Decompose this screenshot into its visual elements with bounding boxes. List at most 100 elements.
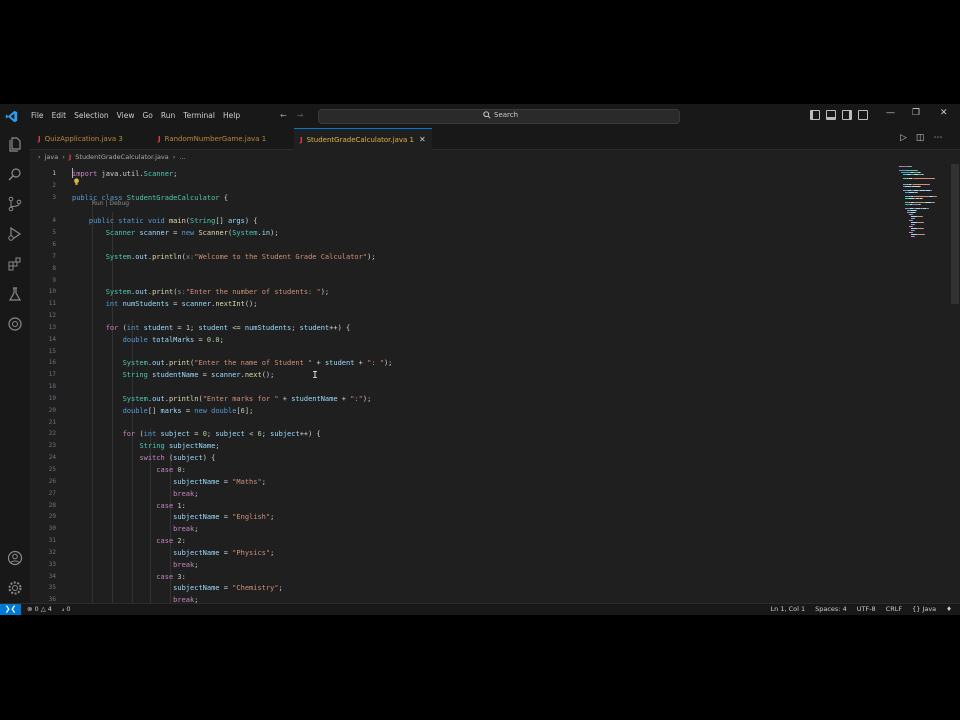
line-number: 26: [48, 477, 56, 485]
code-line[interactable]: 12: [30, 310, 890, 322]
code-line[interactable]: 17 String studentName = scanner.next();: [30, 369, 890, 381]
code-line[interactable]: 34 case 3:: [30, 571, 890, 583]
code-line[interactable]: 25 case 0:: [30, 464, 890, 476]
code-line[interactable]: 14 double totalMarks = 0.0;: [30, 334, 890, 346]
code-line[interactable]: 11 int numStudents = scanner.nextInt();: [30, 298, 890, 310]
breadcrumb-file[interactable]: StudentGradeCalculator.java: [75, 153, 169, 161]
line-ending[interactable]: CRLF: [886, 604, 902, 615]
code-line[interactable]: 10 System.out.print(s:"Enter the number …: [30, 286, 890, 298]
lightbulb-icon[interactable]: [73, 178, 80, 186]
code-token: args: [227, 217, 245, 226]
code-line[interactable]: 13 for (int student = 1; student <= numS…: [30, 322, 890, 334]
code-token: "Enter marks for ": [202, 394, 279, 403]
run-java-icon[interactable]: ▷: [900, 133, 907, 143]
code-line[interactable]: 27 break;: [30, 488, 890, 500]
code-line[interactable]: 30 break;: [30, 523, 890, 535]
code-line[interactable]: 3 public class StudentGradeCalculator {: [30, 192, 890, 204]
menu-help[interactable]: Help: [219, 104, 244, 128]
menu-go[interactable]: Go: [138, 104, 156, 128]
menu-edit[interactable]: Edit: [48, 104, 71, 128]
toggle-panel-icon[interactable]: [826, 110, 836, 120]
minimize-icon[interactable]: —: [886, 108, 895, 118]
java-file-icon: J: [68, 153, 72, 161]
manage-gear-icon[interactable]: [7, 580, 23, 596]
code-line[interactable]: 15: [30, 346, 890, 358]
code-line[interactable]: 19 System.out.println("Enter marks for "…: [30, 393, 890, 405]
code-line[interactable]: 18: [30, 381, 890, 393]
code-line[interactable]: 20 double[] marks = new double[6];: [30, 405, 890, 417]
extensions-icon[interactable]: [7, 256, 23, 272]
forward-arrow-icon[interactable]: →: [297, 111, 304, 120]
code-line[interactable]: 24 switch (subject) {: [30, 452, 890, 464]
code-line[interactable]: 9: [30, 275, 890, 287]
code-line[interactable]: 33 break;: [30, 559, 890, 571]
more-actions-icon[interactable]: ⋯: [933, 133, 942, 143]
minimap[interactable]: [895, 164, 950, 294]
code-line[interactable]: 4 public static void main(String[] args)…: [30, 215, 890, 227]
vertical-scrollbar[interactable]: [951, 164, 959, 304]
warning-count: 4: [47, 605, 52, 613]
line-number: 14: [48, 335, 56, 343]
toggle-secondary-sidebar-icon[interactable]: [842, 110, 852, 120]
code-token: totalMarks: [152, 335, 195, 344]
code-line[interactable]: 6: [30, 239, 890, 251]
code-line[interactable]: 21: [30, 417, 890, 429]
breadcrumb-folder[interactable]: java: [45, 153, 59, 161]
remote-indicator-icon[interactable]: ❯❮: [0, 604, 21, 615]
menu-file[interactable]: File: [27, 104, 48, 128]
code-editor[interactable]: Run | Debug 1 import java.util.Scanner; 2 3…: [30, 164, 890, 604]
code-line[interactable]: 2: [30, 180, 890, 192]
split-editor-icon[interactable]: ◫: [916, 133, 925, 143]
ports-indicator[interactable]: 𝓈 0: [62, 604, 71, 615]
code-token: :: [181, 501, 186, 510]
code-line[interactable]: 31 case 2:: [30, 535, 890, 547]
back-arrow-icon[interactable]: ←: [280, 111, 287, 120]
remote-explorer-icon[interactable]: [7, 316, 23, 332]
code-line[interactable]: 8: [30, 263, 890, 275]
encoding[interactable]: UTF-8: [857, 604, 876, 615]
text-cursor: [72, 168, 73, 178]
source-control-icon[interactable]: [7, 196, 23, 212]
command-center-search[interactable]: Search: [318, 109, 680, 124]
testing-icon[interactable]: [7, 286, 23, 302]
menu-terminal[interactable]: Terminal: [179, 104, 219, 128]
menu-selection[interactable]: Selection: [70, 104, 113, 128]
account-icon[interactable]: [7, 550, 23, 566]
indentation[interactable]: Spaces: 4: [815, 604, 847, 615]
notifications-bell-icon[interactable]: ♦: [946, 604, 952, 615]
breadcrumb-separator-icon: ›: [62, 153, 65, 161]
menu-run[interactable]: Run: [157, 104, 179, 128]
tab-student-grade-calculator[interactable]: J StudentGradeCalculator.java 1 ✕: [294, 128, 432, 150]
code-line[interactable]: 5 Scanner scanner = new Scanner(System.i…: [30, 227, 890, 239]
cursor-position[interactable]: Ln 1, Col 1: [771, 604, 806, 615]
run-debug-icon[interactable]: [7, 226, 23, 242]
code-line[interactable]: 22 for (int subject = 0; subject < 6; su…: [30, 428, 890, 440]
code-line[interactable]: 16 System.out.print("Enter the name of S…: [30, 357, 890, 369]
tab-quiz-application[interactable]: J QuizApplication.java 3: [32, 128, 129, 150]
code-line[interactable]: 32 subjectName = "Physics";: [30, 547, 890, 559]
code-line[interactable]: 7 System.out.println(x:"Welcome to the S…: [30, 251, 890, 263]
search-sidebar-icon[interactable]: [7, 166, 23, 182]
close-tab-icon[interactable]: ✕: [419, 135, 426, 144]
minimap-token: [901, 172, 911, 173]
menu-view[interactable]: View: [113, 104, 139, 128]
problems-indicator[interactable]: ⊗ 0 △ 4: [27, 604, 52, 615]
tab-random-number-game[interactable]: J RandomNumberGame.java 1: [152, 128, 272, 150]
breadcrumb-symbol[interactable]: ...: [179, 153, 185, 161]
code-line[interactable]: 1 import java.util.Scanner;: [30, 168, 890, 180]
code-line[interactable]: 28 case 1:: [30, 500, 890, 512]
restore-icon[interactable]: ❐: [912, 108, 920, 118]
close-window-icon[interactable]: ✕: [940, 108, 948, 118]
java-file-icon: J: [300, 135, 303, 144]
code-line[interactable]: 29 subjectName = "English";: [30, 511, 890, 523]
code-line[interactable]: 35 subjectName = "Chemistry";: [30, 582, 890, 594]
code-line[interactable]: 26 subjectName = "Maths";: [30, 476, 890, 488]
customize-layout-icon[interactable]: [858, 110, 868, 120]
toggle-primary-sidebar-icon[interactable]: [810, 110, 820, 120]
explorer-icon[interactable]: [7, 136, 23, 152]
language-mode[interactable]: {} Java: [912, 604, 936, 615]
code-line[interactable]: 23 String subjectName;: [30, 440, 890, 452]
